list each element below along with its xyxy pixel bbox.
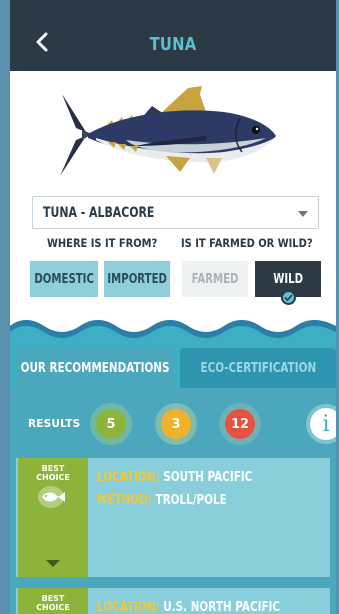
best-choice-badge: BEST CHOICE [18, 458, 88, 577]
app-screen: TUNA TUNA - ALBACORE WHERE IS IT FROM? I… [10, 0, 336, 614]
imported-button-label: IMPORTED [107, 271, 167, 287]
good-alternative-count: 3 [171, 416, 181, 432]
card-location-value: U.S. NORTH PACIFIC [163, 600, 281, 614]
result-card[interactable]: BEST CHOICE LOCATION: U.S. NORTH PACIFIC [16, 588, 330, 614]
domestic-button-label: DOMESTIC [34, 271, 94, 287]
chevron-down-icon [298, 211, 308, 217]
card-location-value: SOUTH PACIFIC [163, 470, 253, 485]
results-label: RESULTS [28, 418, 81, 430]
page-title: TUNA [149, 34, 197, 55]
fish-icon [38, 486, 65, 508]
checkmark-icon [281, 290, 296, 305]
farmed-button-label: FARMED [191, 271, 239, 287]
card-location-key: LOCATION: [97, 600, 160, 614]
best-choice-count-button[interactable]: 5 [90, 403, 132, 445]
tab-our-recommendations-label: OUR RECOMMENDATIONS [20, 360, 170, 376]
method-question-label: IS IT FARMED OR WILD? [181, 236, 313, 250]
species-dropdown[interactable]: TUNA - ALBACORE [32, 196, 319, 229]
header-bar: TUNA [10, 0, 336, 71]
domestic-button[interactable]: DOMESTIC [30, 261, 98, 297]
card-method: METHOD: TROLL/POLE [97, 493, 227, 508]
farmed-button[interactable]: FARMED [182, 261, 248, 297]
wave-divider [10, 312, 336, 338]
best-choice-badge: BEST CHOICE [18, 588, 88, 614]
avoid-count: 12 [230, 416, 250, 432]
best-choice-badge-label: BEST CHOICE [36, 464, 70, 482]
wild-button-label: WILD [273, 271, 303, 287]
chevron-down-icon[interactable] [46, 560, 60, 567]
origin-question-label: WHERE IS IT FROM? [47, 236, 158, 250]
good-alternative-count-button[interactable]: 3 [155, 403, 197, 445]
tuna-illustration [60, 86, 276, 176]
best-choice-count: 5 [106, 416, 116, 432]
result-card[interactable]: BEST CHOICE LOCATION: SOUTH PACIFIC METHO… [16, 458, 330, 577]
avoid-count-button[interactable]: 12 [219, 403, 261, 445]
tab-eco-certification-label: ECO-CERTIFICATION [200, 360, 316, 376]
card-location-key: LOCATION: [97, 470, 160, 485]
imported-button[interactable]: IMPORTED [104, 261, 170, 297]
tab-eco-certification[interactable]: ECO-CERTIFICATION [180, 348, 336, 388]
card-method-value: TROLL/POLE [155, 493, 227, 508]
card-location: LOCATION: U.S. NORTH PACIFIC [97, 600, 280, 614]
card-location: LOCATION: SOUTH PACIFIC [97, 470, 252, 485]
card-method-key: METHOD: [97, 493, 152, 508]
tab-our-recommendations[interactable]: OUR RECOMMENDATIONS [16, 348, 174, 388]
best-choice-badge-label: BEST CHOICE [36, 594, 70, 612]
info-icon: i [322, 411, 330, 437]
species-dropdown-value: TUNA - ALBACORE [43, 205, 155, 221]
